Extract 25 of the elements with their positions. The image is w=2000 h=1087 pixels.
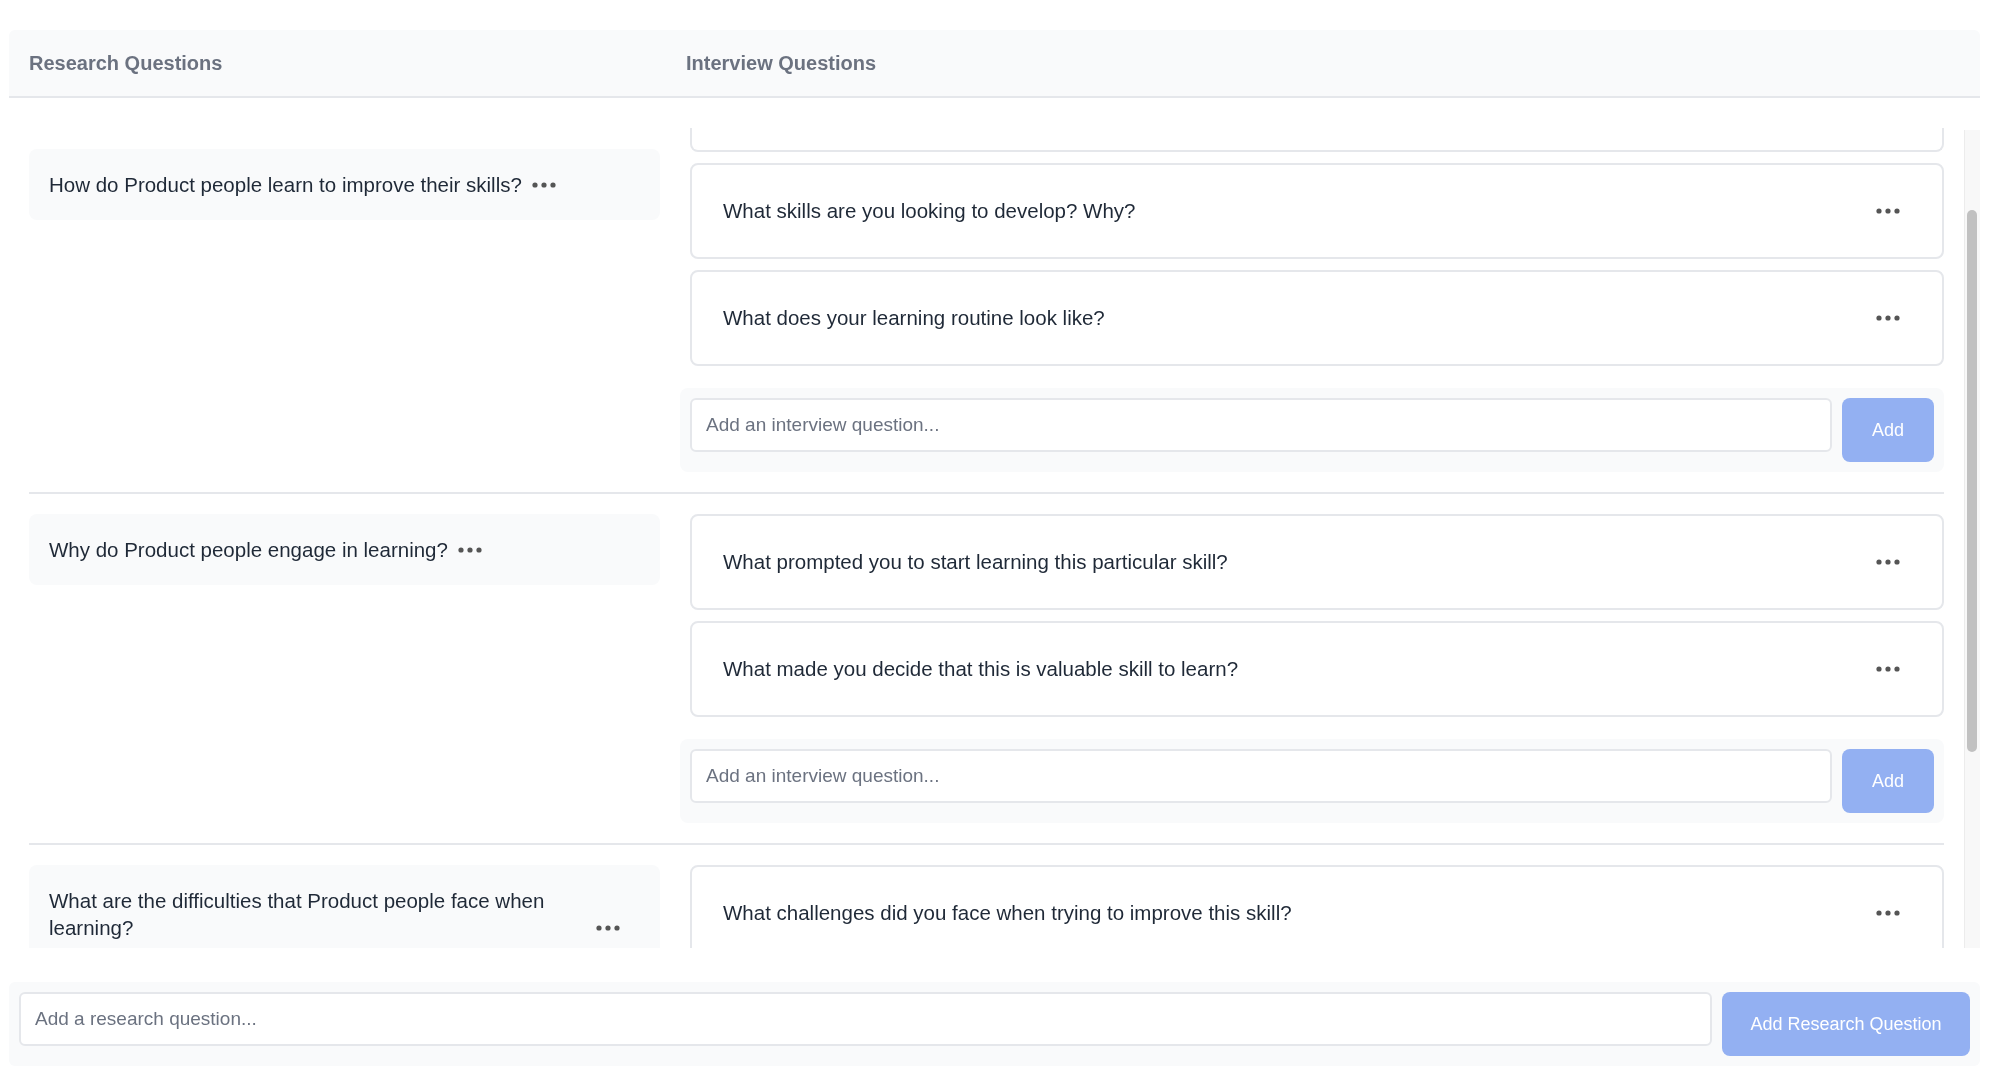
research-question-input[interactable]: Add a research question... — [19, 992, 1712, 1046]
add-button[interactable]: Add — [1842, 398, 1934, 462]
scrollbar-thumb[interactable] — [1967, 210, 1977, 752]
more-options-icon[interactable] — [1876, 315, 1900, 321]
more-options-icon[interactable] — [1876, 559, 1900, 565]
interview-question-input[interactable]: Add an interview question... — [690, 749, 1832, 803]
interview-question: What challenges did you face when trying to improve this skill? — [723, 901, 1292, 925]
column-header: Research Questions — [29, 51, 224, 75]
interview-question: What does your learning routine look like? — [723, 306, 1105, 330]
research-question-text: How do Product people learn to improve their skills? — [49, 172, 522, 198]
add-research-question-button[interactable]: Add Research Question — [1722, 992, 1970, 1056]
interview-question-input[interactable]: Add an interview question... — [690, 398, 1832, 452]
interview-question: What skills are you looking to develop? Why? — [723, 199, 1136, 223]
add-button[interactable]: Add — [1842, 749, 1934, 813]
more-options-icon[interactable] — [1876, 208, 1900, 214]
more-options-icon[interactable] — [457, 547, 482, 553]
more-options-icon[interactable] — [531, 182, 556, 188]
more-options-icon[interactable] — [1876, 666, 1900, 672]
interview-question: What prompted you to start learning this particular skill? — [723, 550, 1228, 574]
interview-question: What made you decide that this is valuable skill to learn? — [723, 657, 1239, 681]
research-question-text: Why do Product people engage in learning? — [49, 537, 448, 563]
more-options-icon[interactable] — [1876, 910, 1900, 916]
column-header: Interview Questions — [686, 51, 877, 75]
research-question-text: What are the difficulties that Product people face when learning? — [49, 888, 546, 941]
more-options-icon[interactable] — [596, 925, 620, 931]
